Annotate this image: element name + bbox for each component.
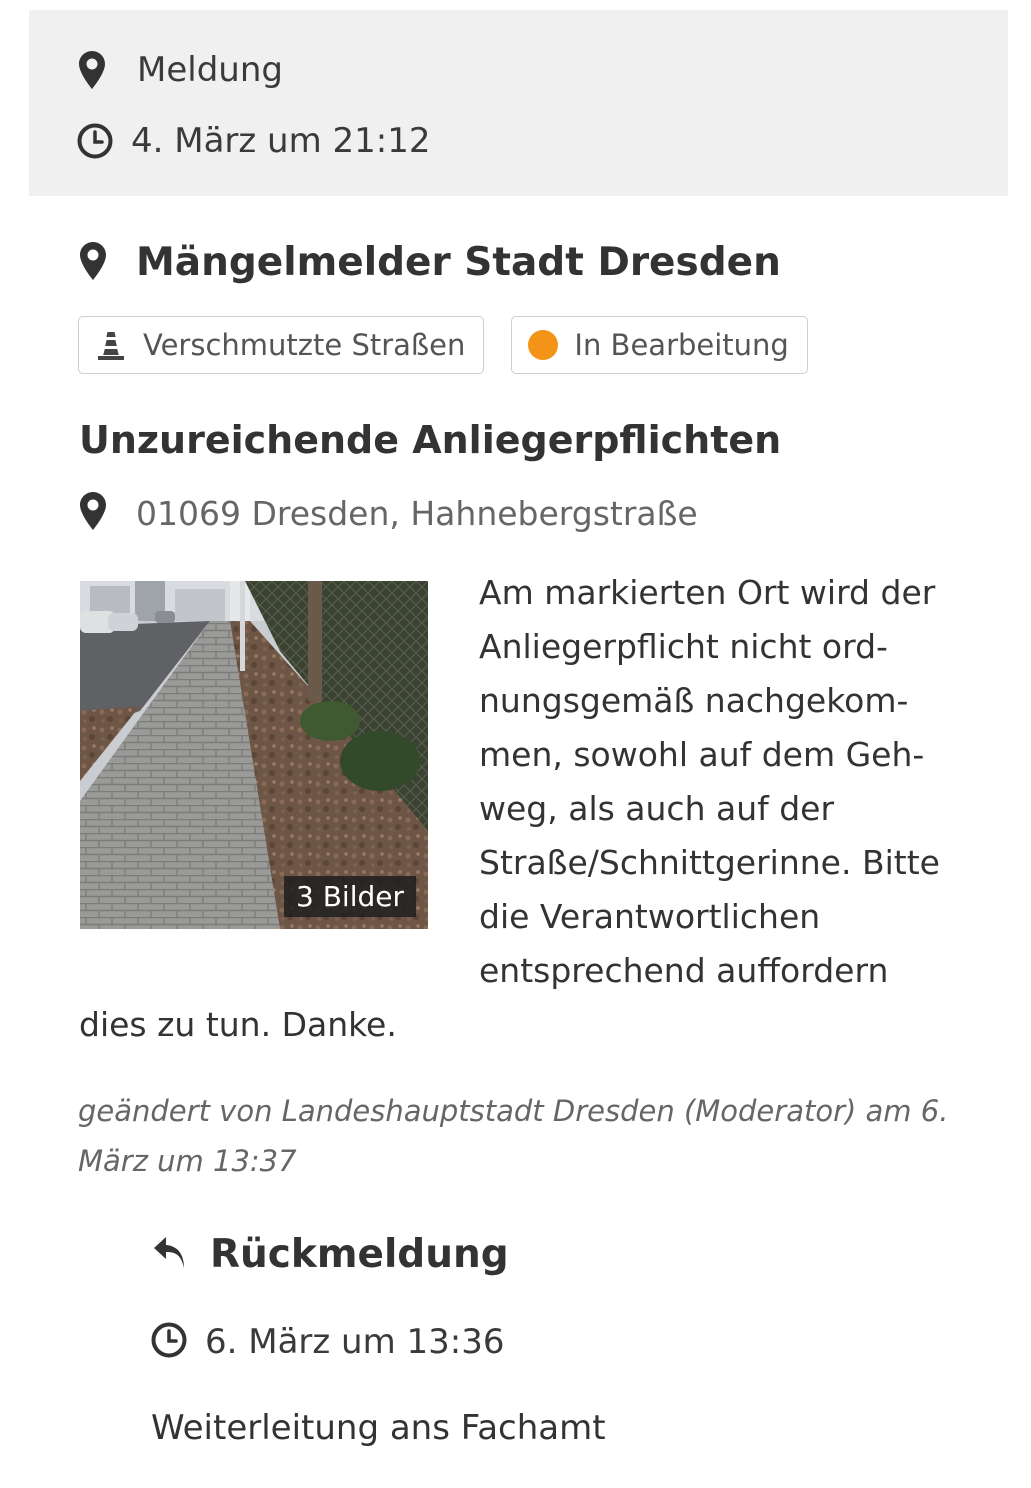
badge-row: Verschmutzte Straßen In Bearbeitung [78, 316, 808, 374]
report-time-row: 4. März um 21:12 [77, 121, 431, 161]
status-dot-icon [528, 330, 559, 360]
organization-name: Mängelmelder Stadt Dresden [136, 240, 781, 285]
report-type-row: Meldung [79, 50, 283, 90]
status-dot [528, 330, 559, 360]
report-type-label: Meldung [137, 50, 283, 90]
map-marker-icon [80, 492, 106, 534]
map-marker-icon [80, 241, 106, 284]
reply-icon [152, 1233, 188, 1277]
feedback-heading-label: Rückmeldung [210, 1232, 509, 1277]
traffic-cone-icon [95, 329, 127, 361]
status-label: In Bearbeitung [574, 328, 789, 362]
report-address: 01069 Dresden, Hahnebergstraße [80, 492, 698, 534]
photo-count-badge: 3 Bilder [284, 876, 416, 917]
report-meta-box: Meldung 4. März um 21:12 [29, 10, 1008, 196]
category-badge[interactable]: Verschmutzte Straßen [78, 316, 485, 374]
changed-note: geändert von Landeshauptstadt Dresden (M… [78, 1094, 949, 1178]
address-label: 01069 Dresden, Hahnebergstraße [136, 493, 698, 533]
map-marker-icon [79, 51, 119, 89]
status-badge[interactable]: In Bearbeitung [511, 316, 808, 374]
report-time-label: 4. März um 21:12 [131, 121, 431, 161]
clock-icon [151, 1322, 187, 1362]
clock-icon [77, 123, 117, 159]
feedback-time-label: 6. März um 13:36 [205, 1322, 505, 1362]
report-photo-thumbnail[interactable]: 3 Bilder [80, 581, 428, 929]
feedback-heading: Rückmeldung [152, 1232, 509, 1277]
organization-heading: Mängelmelder Stadt Dresden [80, 240, 781, 285]
feedback-time-row: 6. März um 13:36 [151, 1322, 505, 1362]
feedback-text: Weiterleitung ans Fachamt [151, 1408, 606, 1448]
report-title: Unzureichende Anliegerpflichten [79, 418, 782, 462]
category-label: Verschmutzte Straßen [143, 328, 466, 362]
